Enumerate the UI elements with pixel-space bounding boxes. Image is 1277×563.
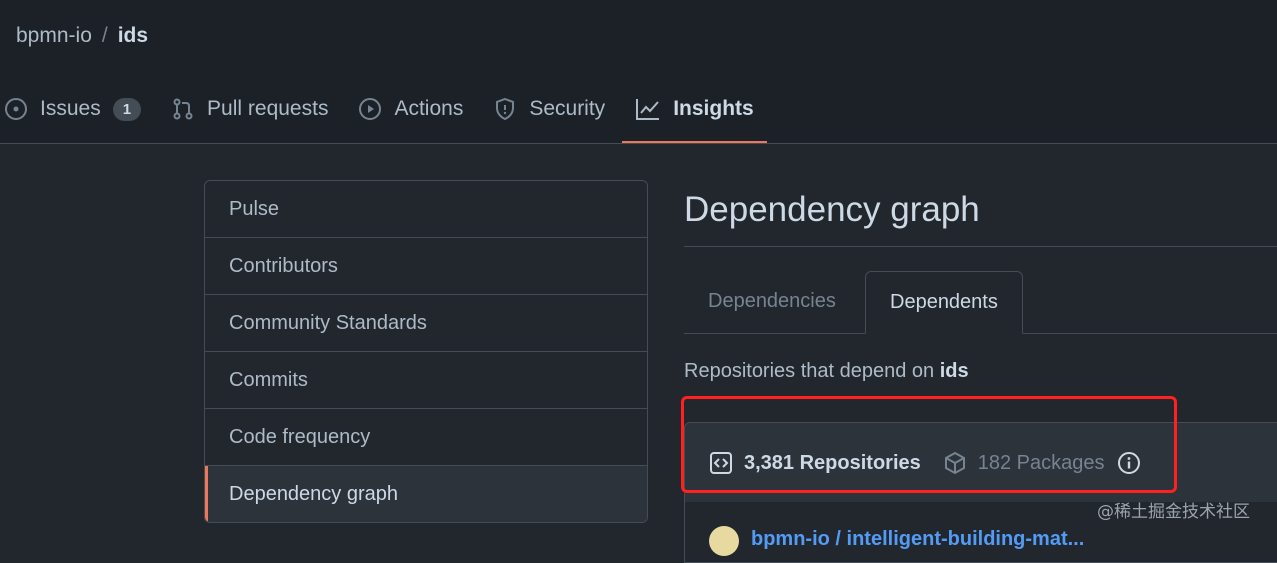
dependency-tabs: Dependencies Dependents [684,271,1277,334]
repo-header: bpmn-io / ids Issues 1 Pull requests Actio… [0,0,1277,144]
description-repo: ids [939,360,969,382]
sidebar-item-pulse[interactable]: Pulse [205,181,647,237]
sidebar-item-code-frequency[interactable]: Code frequency [205,408,647,465]
insights-sidebar: Pulse Contributors Community Standards C… [204,180,648,523]
breadcrumb-repo[interactable]: ids [118,24,148,47]
code-square-icon [710,452,732,474]
dependent-repo-link[interactable]: bpmn-io / intelligent-building-mat... [751,528,1084,551]
sidebar-item-commits[interactable]: Commits [205,351,647,408]
issues-count-badge: 1 [112,97,142,121]
play-icon [359,98,382,120]
tab-security[interactable]: Security [480,86,618,132]
info-icon[interactable] [1117,451,1141,475]
sidebar-item-community-standards[interactable]: Community Standards [205,294,647,351]
sidebar-item-dependency-graph[interactable]: Dependency graph [205,465,647,522]
graph-icon [636,99,660,120]
tab-dependents[interactable]: Dependents [865,271,1023,334]
packages-filter-link[interactable]: 182 Packages [978,452,1105,475]
breadcrumb-separator: / [101,24,108,47]
avatar [709,526,739,556]
tab-security-label: Security [529,97,606,120]
repositories-filter-link[interactable]: 3,381 Repositories [744,452,921,475]
tab-issues[interactable]: Issues 1 [0,86,154,132]
sidebar-item-contributors[interactable]: Contributors [205,237,647,294]
tab-insights-label: Insights [673,97,754,120]
issue-opened-icon [5,98,27,120]
tab-pull-requests-label: Pull requests [207,97,329,120]
dependents-description: Repositories that depend on ids [684,360,1277,383]
breadcrumb: bpmn-io / ids [16,24,148,48]
repo-nav: Issues 1 Pull requests Actions Security … [0,86,771,143]
package-icon [944,451,965,475]
tab-actions[interactable]: Actions [345,86,476,132]
tab-dependencies[interactable]: Dependencies [684,271,860,331]
watermark: @稀土掘金技术社区 [1097,502,1250,522]
description-text: Repositories that depend on [684,360,940,382]
page-title: Dependency graph [684,180,1277,247]
git-pull-request-icon [173,98,193,120]
dependents-summary-box: 3,381 Repositories 182 Packages [684,422,1277,504]
tab-issues-label: Issues [40,97,101,120]
shield-icon [496,97,515,121]
breadcrumb-owner[interactable]: bpmn-io [16,24,92,47]
tab-pull-requests[interactable]: Pull requests [158,86,341,132]
tab-actions-label: Actions [394,97,464,120]
main-content: Dependency graph Dependencies Dependents… [684,180,1277,563]
tab-insights[interactable]: Insights [622,86,767,143]
